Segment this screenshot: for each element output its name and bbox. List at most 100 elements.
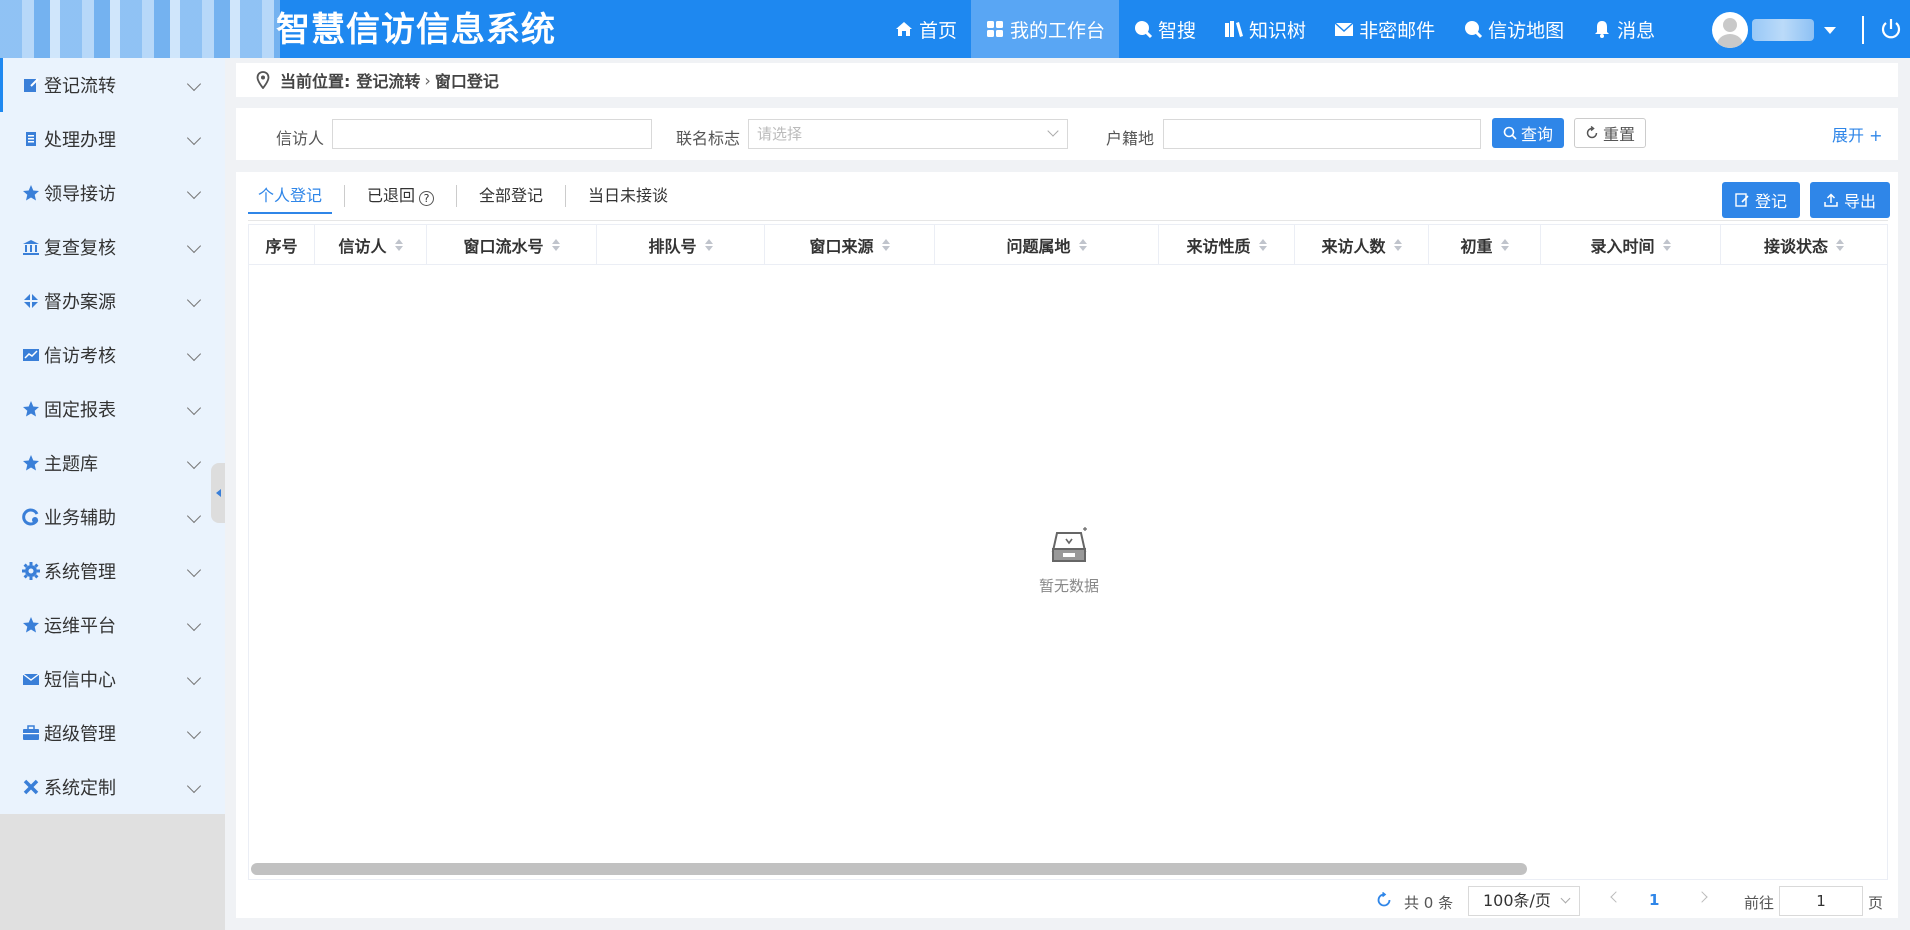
- sidebar-item-label: 固定报表: [44, 400, 116, 421]
- column-header-window-serial[interactable]: 窗口流水号: [427, 225, 597, 265]
- sort-icon: [1258, 239, 1267, 251]
- refresh-icon[interactable]: [1376, 892, 1392, 908]
- nav-item-mail[interactable]: 非密邮件: [1320, 0, 1449, 58]
- header-divider: [1862, 16, 1864, 44]
- reset-button[interactable]: 重置: [1574, 118, 1646, 148]
- domicile-label: 户籍地: [1106, 129, 1155, 148]
- tools-icon: [22, 778, 40, 796]
- nav-item-knowledge-tree[interactable]: 知识树: [1210, 0, 1320, 58]
- chevron-down-icon: [186, 130, 202, 146]
- sidebar-item-ops-platform[interactable]: 运维平台: [0, 598, 225, 652]
- star-icon: [22, 184, 40, 202]
- tab-all-registrations[interactable]: 全部登记: [469, 178, 553, 214]
- sidebar-item-business-assist[interactable]: 业务辅助: [0, 490, 225, 544]
- column-header-reception-status[interactable]: 接谈状态: [1721, 225, 1887, 265]
- column-header-entry-time[interactable]: 录入时间: [1541, 225, 1721, 265]
- star-icon: [22, 400, 40, 418]
- page-suffix-label: 页: [1868, 894, 1884, 912]
- sidebar-item-processing[interactable]: 处理办理: [0, 112, 225, 166]
- sidebar-item-label: 复查复核: [44, 238, 116, 259]
- document-icon: [22, 130, 40, 148]
- chevron-down-icon: [1824, 26, 1836, 34]
- prev-page-button[interactable]: [1610, 891, 1622, 903]
- sidebar-item-sms-center[interactable]: 短信中心: [0, 652, 225, 706]
- tab-today-not-received[interactable]: 当日未接谈: [578, 178, 678, 214]
- bell-icon: [1592, 19, 1612, 39]
- chevron-down-icon: [186, 184, 202, 200]
- reset-button-label: 重置: [1602, 125, 1635, 144]
- tab-returned[interactable]: 已退回?: [357, 178, 444, 214]
- sidebar-item-system-admin[interactable]: 系统管理: [0, 544, 225, 598]
- page-size-select[interactable]: 100条/页: [1468, 886, 1580, 916]
- joint-sign-select[interactable]: 请选择: [748, 119, 1068, 149]
- column-header-repeat[interactable]: 初重: [1429, 225, 1541, 265]
- chevron-down-icon: [186, 292, 202, 308]
- chevron-down-icon: [186, 562, 202, 578]
- books-icon: [1224, 19, 1244, 39]
- sidebar-item-leader-reception[interactable]: 领导接访: [0, 166, 225, 220]
- logout-button[interactable]: [1878, 16, 1904, 42]
- sidebar: 登记流转 处理办理 领导接访 复查复核 督办案源 信访考核 固定报表 主题库 业…: [0, 58, 225, 930]
- tab-personal-registration[interactable]: 个人登记: [248, 178, 333, 214]
- goto-label: 前往: [1744, 894, 1775, 912]
- column-header-visitor-count[interactable]: 来访人数: [1295, 225, 1429, 265]
- tab-label: 全部登记: [479, 186, 544, 205]
- nav-item-workbench[interactable]: 我的工作台: [971, 0, 1120, 58]
- sidebar-item-label: 运维平台: [44, 616, 116, 637]
- query-button[interactable]: 查询: [1492, 118, 1564, 148]
- nav-item-map[interactable]: 信访地图: [1449, 0, 1578, 58]
- sidebar-item-review[interactable]: 复查复核: [0, 220, 225, 274]
- sidebar-item-label: 登记流转: [44, 76, 116, 97]
- query-button-label: 查询: [1520, 125, 1553, 144]
- domicile-input[interactable]: [1163, 119, 1481, 149]
- sort-icon: [551, 239, 560, 251]
- goto-page-input[interactable]: 1: [1779, 886, 1863, 916]
- main-panel: 个人登记 已退回? 全部登记 当日未接谈 登记 导出 序号 信访人 窗口流水号 …: [236, 172, 1898, 918]
- top-header-bar: 智慧信访信息系统 首页 我的工作台 智搜 知识树 非密邮件 信访地图 消息: [0, 0, 1910, 58]
- tab-divider: [344, 185, 346, 207]
- sort-icon: [1393, 239, 1402, 251]
- sidebar-item-super-admin[interactable]: 超级管理: [0, 706, 225, 760]
- column-header-window-source[interactable]: 窗口来源: [765, 225, 935, 265]
- export-button[interactable]: 导出: [1810, 182, 1890, 218]
- nav-item-home[interactable]: 首页: [880, 0, 971, 58]
- column-header-visit-nature[interactable]: 来访性质: [1159, 225, 1295, 265]
- column-header-issue-location[interactable]: 问题属地: [935, 225, 1159, 265]
- breadcrumb-parent[interactable]: 登记流转: [356, 68, 420, 92]
- data-table: 序号 信访人 窗口流水号 排队号 窗口来源 问题属地 来访性质 来访人数 初重 …: [248, 224, 1888, 880]
- sidebar-item-label: 处理办理: [44, 130, 116, 151]
- sort-icon: [394, 239, 403, 251]
- joint-sign-placeholder: 请选择: [757, 125, 803, 143]
- column-header-queue-number[interactable]: 排队号: [597, 225, 765, 265]
- chevron-down-icon: [186, 238, 202, 254]
- sidebar-item-assessment[interactable]: 信访考核: [0, 328, 225, 382]
- nav-item-label: 首页: [919, 19, 958, 42]
- sidebar-collapse-toggle[interactable]: [211, 463, 225, 523]
- tab-bar: 个人登记 已退回? 全部登记 当日未接谈: [248, 178, 678, 214]
- sort-icon: [704, 239, 713, 251]
- nav-item-messages[interactable]: 消息: [1578, 0, 1669, 58]
- app-title: 智慧信访信息系统: [276, 10, 556, 50]
- expand-filters-link[interactable]: 展开 +: [1832, 122, 1883, 146]
- column-header-petitioner[interactable]: 信访人: [315, 225, 427, 265]
- nav-item-label: 知识树: [1249, 19, 1307, 42]
- help-icon[interactable]: ?: [419, 191, 435, 206]
- user-menu[interactable]: [1712, 12, 1836, 48]
- chart-icon: [22, 346, 40, 364]
- horizontal-scrollbar[interactable]: [251, 863, 1527, 875]
- petitioner-input[interactable]: [332, 119, 652, 149]
- chevron-down-icon: [186, 616, 202, 632]
- sidebar-item-topics[interactable]: 主题库: [0, 436, 225, 490]
- nav-item-label: 信访地图: [1488, 19, 1565, 42]
- register-button[interactable]: 登记: [1722, 182, 1800, 218]
- next-page-button[interactable]: [1696, 891, 1708, 903]
- sidebar-item-reports[interactable]: 固定报表: [0, 382, 225, 436]
- sidebar-item-supervision[interactable]: 督办案源: [0, 274, 225, 328]
- pagination: 共 0 条 100条/页 1 前往 1 页: [236, 882, 1898, 918]
- current-page-number[interactable]: 1: [1649, 891, 1659, 909]
- sort-icon: [1836, 239, 1844, 251]
- nav-item-smart-search[interactable]: 智搜: [1119, 0, 1210, 58]
- sidebar-item-customization[interactable]: 系统定制: [0, 760, 225, 814]
- sidebar-item-registration[interactable]: 登记流转: [0, 58, 225, 112]
- search-icon: [1503, 126, 1517, 140]
